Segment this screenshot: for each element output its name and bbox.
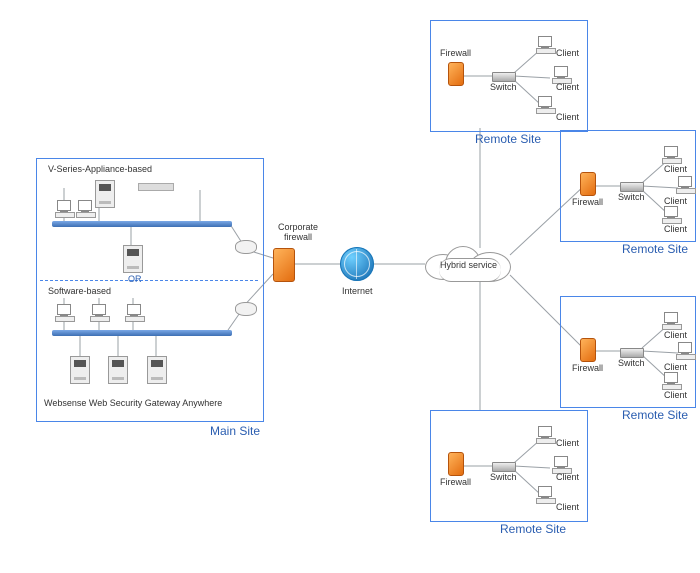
workstation-icon [125,304,143,320]
remote-client-label: Client [556,502,579,512]
remote-switch-label: Switch [618,192,645,202]
server-icon [123,245,143,273]
router-icon [235,302,257,316]
bus-icon [52,330,232,336]
remote-client-label: Client [664,330,687,340]
remote-switch-label: Switch [618,358,645,368]
remote-client-label: Client [664,164,687,174]
remote-client-label: Client [556,82,579,92]
hybrid-service-label: Hybrid service [440,260,497,270]
server-icon [147,356,167,384]
switch-icon [492,72,516,82]
remote-firewall-label: Firewall [440,477,471,487]
remote-firewall-label: Firewall [572,197,603,207]
remote-firewall-label: Firewall [572,363,603,373]
firewall-icon [580,338,596,362]
workstation-icon [662,146,680,162]
or-label: OR [128,274,142,284]
workstation-icon [536,486,554,502]
remote-site-label: Remote Site [622,242,688,256]
workstation-icon [552,66,570,82]
remote-site-label: Remote Site [500,522,566,536]
appliance-heading: V-Series-Appliance-based [48,164,152,174]
workstation-icon [536,426,554,442]
workstation-icon [536,96,554,112]
firewall-icon [580,172,596,196]
remote-client-label: Client [556,438,579,448]
bus-icon [52,221,232,227]
server-icon [95,180,115,208]
firewall-icon [448,452,464,476]
firewall-icon [273,248,295,282]
remote-switch-label: Switch [490,82,517,92]
server-icon [70,356,90,384]
switch-icon [620,182,644,192]
workstation-icon [662,206,680,222]
remote-client-label: Client [664,390,687,400]
switch-icon [492,462,516,472]
router-icon [235,240,257,254]
remote-site-label: Remote Site [475,132,541,146]
workstation-icon [76,200,94,216]
corporate-firewall-label: Corporate firewall [268,222,328,242]
globe-icon [340,247,374,281]
remote-site-label: Remote Site [622,408,688,422]
remote-firewall-label: Firewall [440,48,471,58]
firewall-icon [448,62,464,86]
switch-icon [620,348,644,358]
workstation-icon [536,36,554,52]
software-heading: Software-based [48,286,111,296]
workstation-icon [55,200,73,216]
rack-icon [138,183,174,191]
product-label: Websense Web Security Gateway Anywhere [44,398,222,408]
workstation-icon [55,304,73,320]
workstation-icon [552,456,570,472]
remote-client-label: Client [664,224,687,234]
server-icon [108,356,128,384]
internet-label: Internet [342,286,373,296]
remote-client-label: Client [664,196,687,206]
remote-client-label: Client [556,48,579,58]
remote-switch-label: Switch [490,472,517,482]
main-site-divider [40,280,258,281]
workstation-icon [662,372,680,388]
workstation-icon [676,342,694,358]
remote-client-label: Client [664,362,687,372]
remote-client-label: Client [556,472,579,482]
main-site-label: Main Site [210,424,260,438]
workstation-icon [90,304,108,320]
remote-client-label: Client [556,112,579,122]
workstation-icon [676,176,694,192]
workstation-icon [662,312,680,328]
